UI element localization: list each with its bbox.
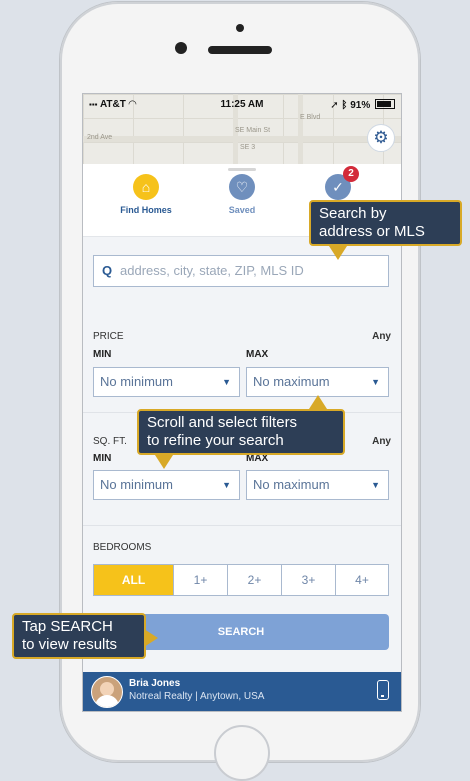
tab-find-homes[interactable]: ⌂ Find Homes xyxy=(93,174,199,215)
proximity-sensor xyxy=(236,24,244,32)
sqft-max-value: No maximum xyxy=(253,477,330,492)
price-filter: PRICE Any MIN MAX No minimum ▼ No maximu… xyxy=(83,315,401,412)
callout-filters: Scroll and select filters to refine your… xyxy=(137,395,345,469)
drag-handle[interactable] xyxy=(228,168,256,171)
sqft-min-value: No minimum xyxy=(100,477,173,492)
price-max-select[interactable]: No maximum ▼ xyxy=(246,367,389,397)
search-icon: Q xyxy=(102,263,113,278)
homes-icon: ⌂ xyxy=(133,174,159,200)
price-max-label: MAX xyxy=(246,349,269,360)
check-icon: ✓ 2 xyxy=(325,166,359,200)
price-min-label: MIN xyxy=(93,349,112,360)
bedrooms-option-2[interactable]: 2+ xyxy=(228,565,282,595)
callout-tap-search: Tap SEARCH to view results xyxy=(12,613,158,659)
earpiece-speaker xyxy=(208,46,272,54)
callout-search: Search by address or MLS xyxy=(309,200,462,260)
price-any: Any xyxy=(372,331,391,342)
sqft-any: Any xyxy=(372,436,391,447)
map-view[interactable]: SE Main St 2nd Ave E Blvd SE 3 ▪▪▪ AT&T … xyxy=(83,94,401,164)
location-icon: ➚ xyxy=(330,100,339,111)
chevron-down-icon: ▼ xyxy=(371,480,380,490)
bedrooms-option-1[interactable]: 1+ xyxy=(174,565,228,595)
chevron-down-icon: ▼ xyxy=(222,480,231,490)
battery-icon xyxy=(375,99,395,109)
front-camera xyxy=(175,42,187,54)
callout-pointer xyxy=(309,395,327,409)
agent-bar[interactable]: Bria Jones Notreal Realty | Anytown, USA xyxy=(83,672,401,711)
callout-pointer xyxy=(155,455,173,469)
map-street-label: 2nd Ave xyxy=(87,134,113,141)
callout-text: Scroll and select filters xyxy=(147,414,298,431)
callout-text: Tap SEARCH xyxy=(22,618,113,635)
callout-text: address or MLS xyxy=(319,223,425,240)
tab-label: Find Homes xyxy=(120,205,172,215)
price-title: PRICE xyxy=(93,331,124,342)
search-placeholder: address, city, state, ZIP, MLS ID xyxy=(120,263,304,278)
map-street-label: E Blvd xyxy=(300,114,321,121)
callout-pointer xyxy=(144,629,158,647)
bedrooms-option-all[interactable]: ALL xyxy=(94,565,174,595)
battery-percent: 91% xyxy=(350,100,371,111)
agent-org: Notreal Realty | Anytown, USA xyxy=(129,691,265,702)
bedrooms-option-4[interactable]: 4+ xyxy=(336,565,388,595)
agent-name: Bria Jones xyxy=(129,678,181,689)
callout-text: to view results xyxy=(22,636,118,653)
map-street-label: SE 3 xyxy=(240,144,256,151)
gear-icon[interactable]: ⚙ xyxy=(367,124,395,152)
bedrooms-selector: ALL 1+ 2+ 3+ 4+ xyxy=(93,564,389,596)
callout-text: Search by xyxy=(319,205,387,222)
tab-saved[interactable]: ♡ Saved xyxy=(189,174,295,215)
map-street-label: SE Main St xyxy=(235,127,271,134)
notification-badge: 2 xyxy=(343,166,359,182)
sqft-title: SQ. FT. xyxy=(93,436,127,447)
chevron-down-icon: ▼ xyxy=(222,377,231,387)
price-max-value: No maximum xyxy=(253,374,330,389)
battery-status: ➚ ᛒ 91% xyxy=(330,99,395,111)
search-section: Q address, city, state, ZIP, MLS ID xyxy=(83,236,401,315)
bluetooth-icon: ᛒ xyxy=(341,100,348,111)
tab-label: Saved xyxy=(228,205,256,215)
status-bar: ▪▪▪ AT&T ◠ 11:25 AM ➚ ᛒ 91% xyxy=(83,94,401,114)
price-min-value: No minimum xyxy=(100,374,173,389)
bedrooms-option-3[interactable]: 3+ xyxy=(282,565,336,595)
home-button[interactable] xyxy=(214,725,270,781)
chevron-down-icon: ▼ xyxy=(371,377,380,387)
price-min-select[interactable]: No minimum ▼ xyxy=(93,367,240,397)
callout-pointer xyxy=(329,246,347,260)
sqft-min-select[interactable]: No minimum ▼ xyxy=(93,470,240,500)
sqft-min-label: MIN xyxy=(93,453,112,464)
heart-icon: ♡ xyxy=(229,174,255,200)
callout-text: to refine your search xyxy=(147,432,284,449)
avatar xyxy=(91,676,123,708)
bedrooms-title: BEDROOMS xyxy=(93,542,152,553)
sqft-max-select[interactable]: No maximum ▼ xyxy=(246,470,389,500)
mobile-phone-icon[interactable] xyxy=(377,680,389,700)
